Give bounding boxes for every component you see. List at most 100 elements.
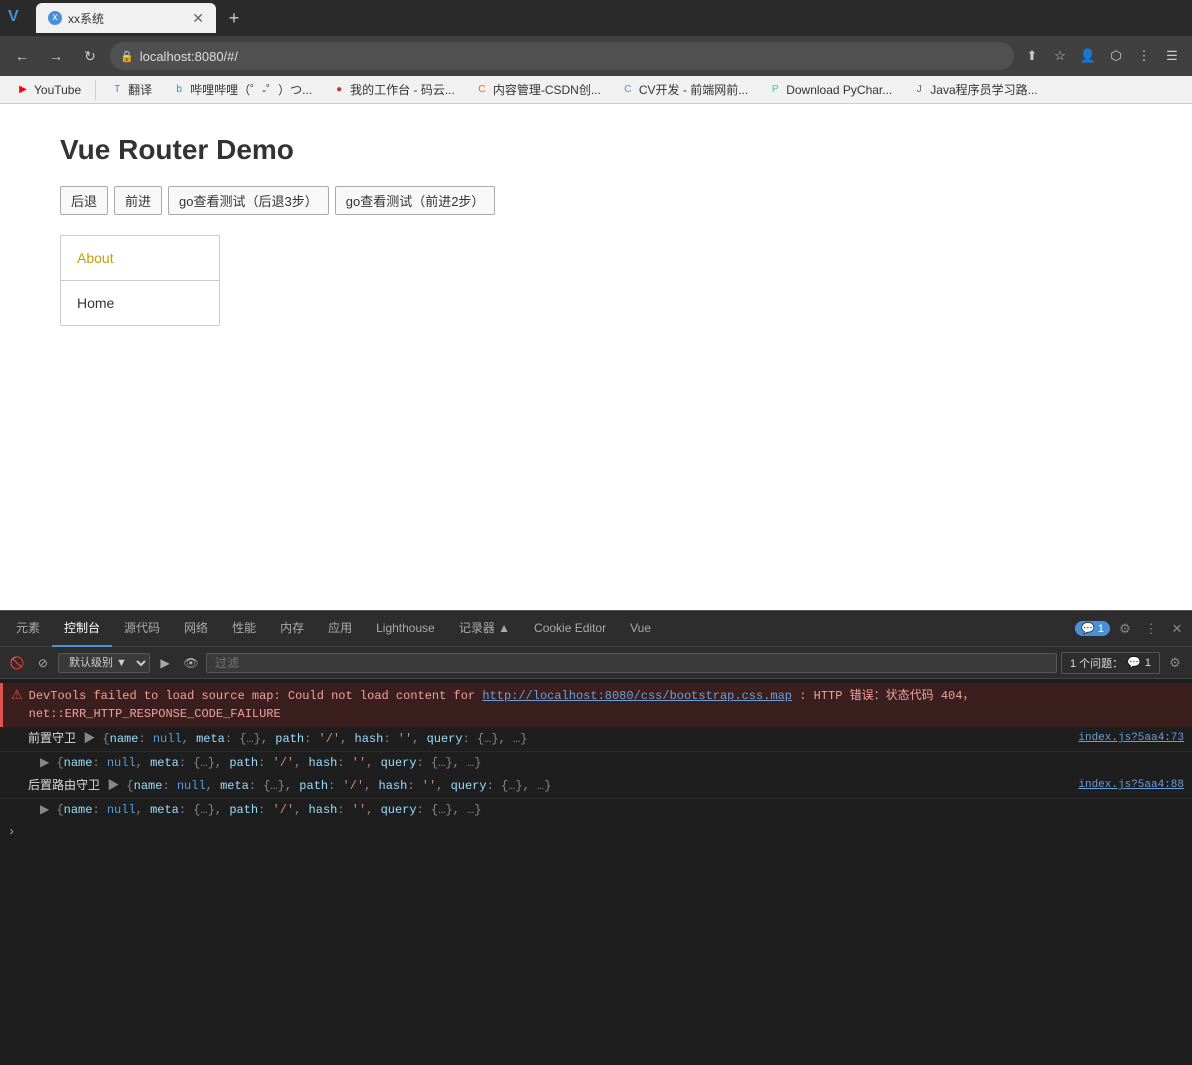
console-row-guard1: 前置守卫 ▶ {name: null, meta: {…}, path: '/'… <box>0 727 1192 752</box>
expand-content-1: ▶ {name: null, meta: {…}, path: '/', has… <box>40 754 481 772</box>
code-text-2: {name: null, meta: {…}, path: '/', hash:… <box>126 779 551 793</box>
issues-badge[interactable]: 1 个问题： 💬 1 <box>1061 652 1160 674</box>
bookmark-label: 我的工作台 - 码云... <box>350 81 455 98</box>
tab-memory[interactable]: 内存 <box>268 611 316 647</box>
console-row-guard2: 后置路由守卫 ▶ {name: null, meta: {…}, path: '… <box>0 774 1192 799</box>
bookmark-item[interactable]: C 内容管理-CSDN创... <box>467 79 609 100</box>
expand-row-2: ▶ {name: null, meta: {…}, path: '/', has… <box>0 799 1192 821</box>
issues-label: 1 个问题： <box>1070 655 1123 671</box>
message-icon-sm: 💬 <box>1127 656 1141 669</box>
close-devtools-icon[interactable]: ✕ <box>1166 618 1188 640</box>
devtools-tabs: 元素 控制台 源代码 网络 性能 内存 应用 Lighthouse 记录器 ▲ … <box>0 611 1192 647</box>
back-nav-button[interactable]: 后退 <box>60 186 108 215</box>
home-link[interactable]: Home <box>61 281 219 325</box>
expand-arrow-1b[interactable]: ▶ <box>40 756 49 770</box>
more-icon[interactable]: ⋮ <box>1132 44 1156 68</box>
bookmark-label: 翻译 <box>128 81 152 98</box>
log-level-select[interactable]: 默认级别 ▼ <box>58 653 150 673</box>
youtube-icon: ▶ <box>16 83 30 97</box>
url-text: localhost:8080/#/ <box>140 49 238 64</box>
tab-bar: V x xx系统 ✕ + <box>0 0 1192 36</box>
tab-sources[interactable]: 源代码 <box>112 611 172 647</box>
profile-icon[interactable]: 👤 <box>1076 44 1100 68</box>
block-icon[interactable]: ⊘ <box>32 652 54 674</box>
tab-lighthouse[interactable]: Lighthouse <box>364 611 447 647</box>
tab-recorder[interactable]: 记录器 ▲ <box>447 611 522 647</box>
java-icon: J <box>912 83 926 97</box>
tab-close-button[interactable]: ✕ <box>192 10 204 27</box>
expand-arrow-1[interactable]: ▶ <box>83 732 95 746</box>
source-link-2[interactable]: index.js?5aa4:88 <box>1066 777 1184 794</box>
bookmark-item[interactable]: J Java程序员学习路... <box>904 79 1045 100</box>
source-link-1[interactable]: index.js?5aa4:73 <box>1066 730 1184 747</box>
active-tab[interactable]: x xx系统 ✕ <box>36 3 216 33</box>
nav-buttons: 后退 前进 go查看测试（后退3步） go查看测试（前进2步） <box>60 186 1132 215</box>
about-link[interactable]: About <box>61 236 219 281</box>
cv-icon: C <box>621 83 635 97</box>
forward-nav-button[interactable]: 前进 <box>114 186 162 215</box>
tab-vue[interactable]: Vue <box>618 611 663 647</box>
tab-cookie-editor[interactable]: Cookie Editor <box>522 611 618 647</box>
clear-console-icon[interactable]: 🚫 <box>6 652 28 674</box>
go-forward-button[interactable]: go查看测试（前进2步） <box>335 186 496 215</box>
expand-arrow-2b[interactable]: ▶ <box>40 803 49 817</box>
bookmark-label: CV开发 - 前端网前... <box>639 81 748 98</box>
new-tab-button[interactable]: + <box>220 4 248 32</box>
eye-icon[interactable]: 👁 <box>180 652 202 674</box>
bookmark-divider <box>95 80 96 100</box>
devtools-toolbar: 🚫 ⊘ 默认级别 ▼ ▶ 👁 1 个问题： 💬 1 ⚙ <box>0 647 1192 679</box>
expand-arrow-2[interactable]: ▶ <box>107 779 119 793</box>
console-row-left-2: 后置路由守卫 ▶ {name: null, meta: {…}, path: '… <box>28 777 1066 795</box>
tab-performance[interactable]: 性能 <box>220 611 268 647</box>
issues-count: 1 <box>1145 657 1151 669</box>
bookmark-label: 内容管理-CSDN创... <box>493 81 601 98</box>
tab-console[interactable]: 控制台 <box>52 611 112 647</box>
bookmark-item[interactable]: P Download PyChar... <box>760 81 900 99</box>
devtools-content: ⚠ DevTools failed to load source map: Co… <box>0 679 1192 1065</box>
bookmark-label: 哔哩哔哩（゜-゜）つ... <box>190 81 312 98</box>
more-devtools-icon[interactable]: ⋮ <box>1140 618 1162 640</box>
bookmark-item[interactable]: b 哔哩哔哩（゜-゜）つ... <box>164 79 320 100</box>
bookmark-item[interactable]: ▶ YouTube <box>8 81 89 99</box>
reload-button[interactable]: ↻ <box>76 42 104 70</box>
go-back-button[interactable]: go查看测试（后退3步） <box>168 186 329 215</box>
guard-label: 前置守卫 <box>28 732 83 746</box>
tab-network[interactable]: 网络 <box>172 611 220 647</box>
page-content: Vue Router Demo 后退 前进 go查看测试（后退3步） go查看测… <box>0 104 1192 610</box>
share-icon[interactable]: ⬆ <box>1020 44 1044 68</box>
error-link[interactable]: http://localhost:8080/css/bootstrap.css.… <box>482 689 792 703</box>
error-text-before: DevTools failed to load source map: Coul… <box>29 689 483 703</box>
browser-chrome: V x xx系统 ✕ + ← → ↻ 🔒 localhost:8080/#/ ⬆… <box>0 0 1192 104</box>
toggle-icon[interactable]: ▶ <box>154 652 176 674</box>
router-nav: About Home <box>60 235 220 326</box>
badge-count: 1 <box>1098 623 1104 635</box>
devtools-tab-right: 💬 1 ⚙ ⋮ ✕ <box>1075 618 1188 640</box>
bookmark-label: Download PyChar... <box>786 83 892 97</box>
tab-favicon: x <box>48 11 62 25</box>
secure-icon: 🔒 <box>120 50 134 63</box>
forward-button[interactable]: → <box>42 42 70 70</box>
code-text-expand-2: {name: null, meta: {…}, path: '/', hash:… <box>56 803 481 817</box>
error-text: DevTools failed to load source map: Coul… <box>29 687 1184 723</box>
console-row-left: 前置守卫 ▶ {name: null, meta: {…}, path: '/'… <box>28 730 1066 748</box>
url-box[interactable]: 🔒 localhost:8080/#/ <box>110 42 1014 70</box>
bookmark-item[interactable]: ● 我的工作台 - 码云... <box>324 79 463 100</box>
back-button[interactable]: ← <box>8 42 36 70</box>
console-filter-input[interactable] <box>206 653 1057 673</box>
menu-icon[interactable]: ☰ <box>1160 44 1184 68</box>
bookmark-item[interactable]: T 翻译 <box>102 79 160 100</box>
tab-application[interactable]: 应用 <box>316 611 364 647</box>
tab-elements[interactable]: 元素 <box>4 611 52 647</box>
csdn-icon: C <box>475 83 489 97</box>
address-bar: ← → ↻ 🔒 localhost:8080/#/ ⬆ ☆ 👤 ⬡ ⋮ ☰ <box>0 36 1192 76</box>
settings-icon[interactable]: ⚙ <box>1114 618 1136 640</box>
extension-icon[interactable]: ⬡ <box>1104 44 1128 68</box>
bookmark-item[interactable]: C CV开发 - 前端网前... <box>613 79 756 100</box>
bookmark-label: Java程序员学习路... <box>930 81 1037 98</box>
bookmark-icon[interactable]: ☆ <box>1048 44 1072 68</box>
page-title: Vue Router Demo <box>60 134 1132 166</box>
message-badge: 💬 1 <box>1075 621 1110 636</box>
console-cursor-line[interactable]: › <box>0 821 1192 843</box>
translate-icon: T <box>110 83 124 97</box>
devtools-settings-icon[interactable]: ⚙ <box>1164 652 1186 674</box>
